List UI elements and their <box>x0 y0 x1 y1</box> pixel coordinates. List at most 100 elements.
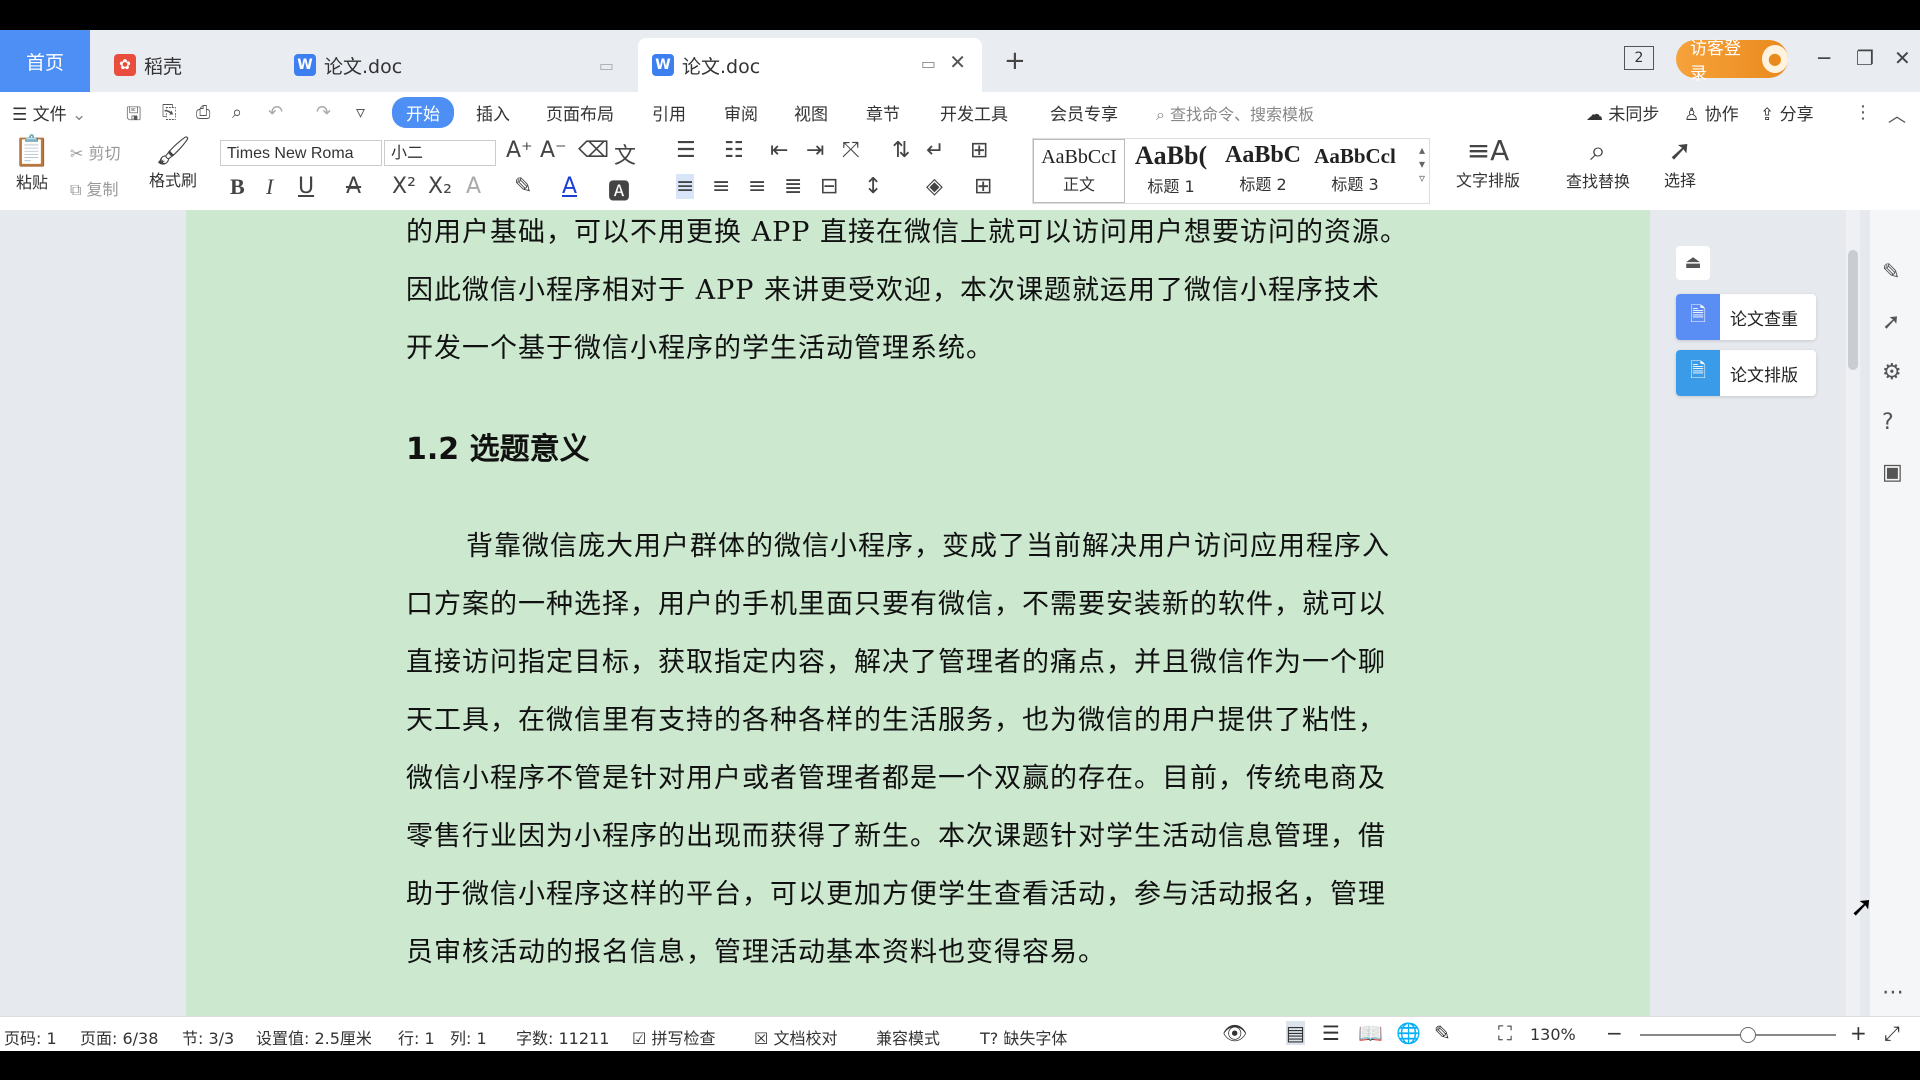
decrease-indent-icon[interactable]: ⇤ <box>770 138 788 163</box>
close-tab-icon[interactable]: ✕ <box>949 50 966 74</box>
format-painter-button[interactable]: 🖌 格式刷 <box>146 134 200 191</box>
redo-icon[interactable]: ↷ <box>316 102 331 123</box>
show-marks-icon[interactable]: ↵ <box>926 138 944 163</box>
reading-view-icon[interactable]: 📖 <box>1358 1021 1383 1045</box>
close-window-icon[interactable]: ✕ <box>1894 46 1911 70</box>
page-view-icon[interactable]: ▤ <box>1286 1021 1305 1045</box>
missing-font-button[interactable]: T? 缺失字体 <box>980 1025 1067 1049</box>
strikethrough-icon[interactable]: A <box>346 174 361 199</box>
web-view-icon[interactable]: 🌐 <box>1396 1021 1421 1045</box>
more-dots-icon[interactable]: ⋯ <box>1882 980 1904 1005</box>
settings-sliders-icon[interactable]: ⚙ <box>1882 360 1902 385</box>
scrollbar-thumb[interactable] <box>1848 250 1858 370</box>
tab-document-2[interactable]: W 论文.doc ▭ ✕ <box>638 38 982 92</box>
align-center-icon[interactable]: ≡ <box>712 174 730 199</box>
more-icon[interactable]: ⋮ <box>1854 102 1872 123</box>
collab-button[interactable]: ♙ 协作 <box>1684 100 1739 125</box>
style-heading-1[interactable]: AaBb( 标题 1 <box>1125 139 1217 203</box>
style-normal[interactable]: AaBbCcI 正文 <box>1033 139 1125 203</box>
menu-chapter[interactable]: 章节 <box>866 100 900 125</box>
find-replace-button[interactable]: ⌕ 查找替换 <box>1556 134 1640 192</box>
menu-dev-tools[interactable]: 开发工具 <box>940 100 1008 125</box>
new-tab-button[interactable]: + <box>1004 46 1026 76</box>
menu-view[interactable]: 视图 <box>794 100 828 125</box>
shading-icon[interactable]: ◈ <box>926 174 943 199</box>
align-right-icon[interactable]: ≡ <box>748 174 766 199</box>
text-layout-button[interactable]: ≡A 文字排版 <box>1446 134 1530 191</box>
font-size-select[interactable]: 小二 <box>384 140 496 166</box>
zoom-slider[interactable] <box>1640 1027 1836 1043</box>
superscript-icon[interactable]: X² <box>392 174 416 199</box>
align-left-icon[interactable]: ≡ <box>676 174 695 199</box>
image-icon[interactable]: ▣ <box>1882 460 1903 485</box>
style-heading-3[interactable]: AaBbCcl 标题 3 <box>1309 139 1401 203</box>
eye-protection-icon[interactable]: 👁 <box>1222 1021 1247 1045</box>
borders-icon[interactable]: ⊞ <box>974 174 992 199</box>
zoom-level[interactable]: 130% <box>1530 1025 1576 1044</box>
grow-font-icon[interactable]: A⁺ <box>506 138 533 163</box>
monitor-icon[interactable]: ▭ <box>599 56 614 75</box>
sort-icon[interactable]: ⇅ <box>892 138 910 163</box>
status-page[interactable]: 页面: 6/38 <box>80 1025 158 1049</box>
distribute-icon[interactable]: ⊟ <box>820 174 838 199</box>
share-button[interactable]: ⇪ 分享 <box>1760 100 1814 125</box>
zoom-in-icon[interactable]: + <box>1850 1021 1867 1045</box>
italic-icon[interactable]: I <box>266 174 273 200</box>
menu-insert[interactable]: 插入 <box>476 100 510 125</box>
phonetic-icon[interactable]: 文 <box>614 138 636 170</box>
font-color-icon[interactable]: A <box>562 174 577 199</box>
pen-icon[interactable]: ✎ <box>1882 260 1900 285</box>
thesis-check-button[interactable]: 🗎 论文查重 <box>1676 294 1816 340</box>
spell-check-button[interactable]: ☑ 拼写检查 <box>632 1025 715 1049</box>
proofread-button[interactable]: ☒ 文档校对 <box>754 1025 837 1049</box>
bullet-list-icon[interactable]: ☰ <box>676 138 696 163</box>
collapse-panel-icon[interactable]: ⏏ <box>1676 246 1710 280</box>
help-icon[interactable]: ? <box>1882 410 1894 435</box>
status-words[interactable]: 字数: 11211 <box>516 1025 609 1049</box>
zoom-slider-thumb[interactable] <box>1740 1027 1756 1043</box>
clear-format-icon[interactable]: ⌫ <box>578 138 609 163</box>
font-name-select[interactable]: Times New Roma <box>220 140 382 166</box>
menu-reference[interactable]: 引用 <box>652 100 686 125</box>
increase-indent-icon[interactable]: ⇥ <box>806 138 824 163</box>
monitor-icon[interactable]: ▭ <box>921 54 936 73</box>
minimize-icon[interactable]: ─ <box>1818 46 1830 70</box>
restore-icon[interactable]: ❐ <box>1856 46 1874 70</box>
cursor-icon[interactable]: ➚ <box>1882 310 1900 335</box>
menu-start[interactable]: 开始 <box>392 97 454 128</box>
chinese-layout-icon[interactable]: ⤧ <box>842 138 860 163</box>
print-icon[interactable]: ⎙ <box>196 102 210 123</box>
select-button[interactable]: ➚ 选择 <box>1650 134 1710 191</box>
zoom-out-icon[interactable]: − <box>1606 1021 1623 1045</box>
justify-icon[interactable]: ≣ <box>784 174 802 199</box>
highlight-icon[interactable]: ✎ <box>514 174 532 199</box>
line-spacing-icon[interactable]: ↕ <box>864 174 882 199</box>
outline-view-icon[interactable]: ☰ <box>1322 1021 1340 1045</box>
save-icon[interactable]: 🖫 <box>126 102 141 132</box>
underline-icon[interactable]: U <box>298 174 314 199</box>
copy-button[interactable]: ⧉ 复制 <box>70 176 119 200</box>
menu-file[interactable]: ☰ 文件 ⌄ <box>12 100 86 125</box>
customize-icon[interactable]: ▿ <box>356 102 365 123</box>
menu-layout[interactable]: 页面布局 <box>546 100 614 125</box>
ruler-icon[interactable]: ⊞ <box>970 138 988 163</box>
collapse-ribbon-icon[interactable]: ︿ <box>1888 102 1906 128</box>
undo-icon[interactable]: ↶ <box>268 102 283 123</box>
numbered-list-icon[interactable]: ☷ <box>724 138 744 163</box>
compat-mode[interactable]: 兼容模式 <box>876 1025 940 1049</box>
fit-page-icon[interactable]: ⛶ <box>1498 1021 1512 1045</box>
sync-status[interactable]: ☁ 未同步 <box>1586 100 1659 125</box>
style-heading-2[interactable]: AaBbC 标题 2 <box>1217 139 1309 203</box>
write-mode-icon[interactable]: ✎ <box>1434 1021 1451 1045</box>
paste-button[interactable]: 📋 粘贴 <box>10 134 54 193</box>
login-button[interactable]: 访客登录 ● <box>1676 39 1788 84</box>
text-effect-icon[interactable]: A <box>466 174 481 199</box>
tab-home[interactable]: 首页 <box>0 30 90 92</box>
menu-review[interactable]: 审阅 <box>724 100 758 125</box>
document-page[interactable]: 的用户基础，可以不用更换 APP 直接在微信上就可以访问用户想要访问的资源。 因… <box>186 210 1650 1016</box>
gallery-scroll-icon[interactable]: ▴ ▾ ▿ <box>1419 143 1425 185</box>
subscript-icon[interactable]: X₂ <box>428 174 452 199</box>
print-preview-icon[interactable]: ⌕ <box>232 102 242 123</box>
export-icon[interactable]: ⎘ <box>162 102 176 123</box>
menu-member[interactable]: 会员专享 <box>1050 100 1118 125</box>
